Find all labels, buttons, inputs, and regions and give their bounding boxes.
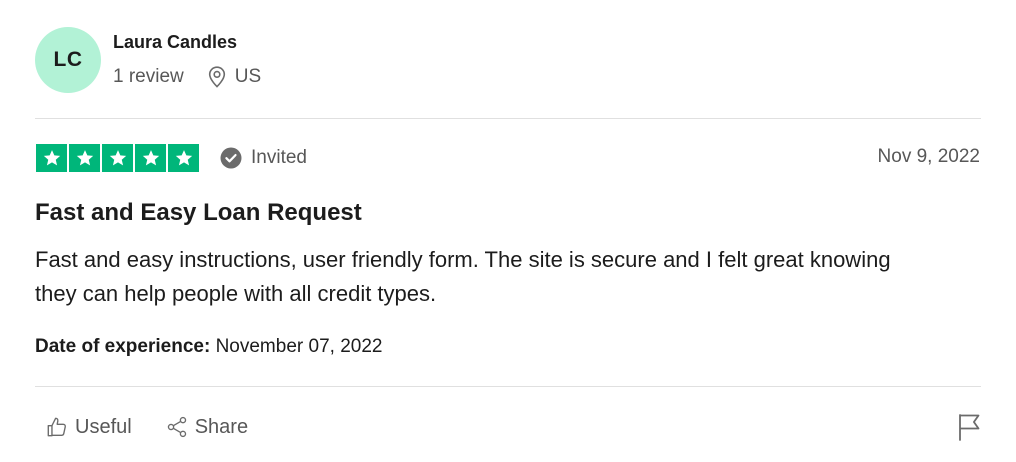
invited-badge[interactable]: Invited [220, 145, 307, 171]
star-icon [135, 144, 166, 172]
divider [35, 118, 981, 119]
avatar[interactable]: LC [35, 27, 101, 93]
check-circle-icon [220, 147, 242, 169]
star-rating [36, 144, 199, 172]
star-icon [69, 144, 100, 172]
divider [35, 386, 981, 387]
star-icon [168, 144, 199, 172]
star-icon [102, 144, 133, 172]
review-date: Nov 9, 2022 [877, 146, 980, 167]
review-title[interactable]: Fast and Easy Loan Request [35, 199, 362, 227]
review-card: LC Laura Candles 1 review US Invited Nov… [0, 0, 1016, 462]
experience-label: Date of experience: [35, 336, 211, 357]
share-button[interactable]: Share [166, 416, 248, 439]
report-button[interactable] [957, 413, 981, 441]
date-of-experience: Date of experience: November 07, 2022 [35, 336, 382, 358]
reviewer-meta: 1 review US [113, 65, 261, 89]
avatar-initials: LC [53, 48, 83, 71]
useful-label: Useful [75, 415, 132, 438]
review-body: Fast and easy instructions, user friendl… [35, 247, 891, 306]
reviewer-name[interactable]: Laura Candles [113, 32, 237, 53]
invited-label: Invited [251, 147, 307, 168]
share-icon [167, 416, 186, 438]
flag-icon [959, 414, 980, 441]
share-label: Share [194, 415, 249, 438]
star-icon [36, 144, 67, 172]
reviewer-location: US [208, 66, 261, 88]
reviewer-country: US [234, 66, 262, 87]
experience-date: November 07, 2022 [215, 336, 383, 357]
review-count: 1 review [113, 66, 184, 87]
thumbs-up-icon [47, 417, 66, 437]
useful-button[interactable]: Useful [46, 416, 132, 439]
review-actions: Useful Share [46, 413, 248, 441]
location-pin-icon [208, 66, 225, 88]
